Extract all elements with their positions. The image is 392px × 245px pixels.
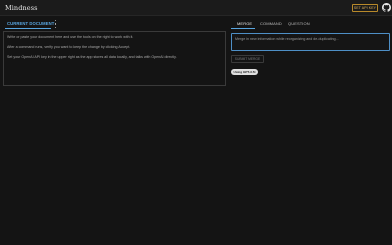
more-vertical-icon[interactable]: [54, 20, 57, 28]
app-title: Mindness: [5, 3, 38, 12]
tab-command[interactable]: COMMAND: [260, 21, 282, 26]
active-tab-indicator: [231, 28, 255, 29]
merge-placeholder: Merge in new information while reorganiz…: [235, 36, 339, 41]
document-line: Write or paste your document here and us…: [7, 35, 134, 39]
submit-merge-button[interactable]: SUBMIT MERGE: [231, 55, 264, 63]
merge-input[interactable]: Merge in new information while reorganiz…: [231, 33, 390, 51]
model-badge: Using GPT-3.5t: [231, 69, 258, 75]
tool-tabs: MERGE COMMAND QUESTION: [230, 18, 392, 31]
tab-question[interactable]: QUESTION: [288, 21, 310, 26]
github-icon[interactable]: [382, 3, 391, 12]
active-tab-indicator: [5, 28, 51, 29]
top-bar: Mindness SET API KEY: [0, 0, 392, 16]
document-line: After a command runs, verify you want to…: [7, 45, 131, 49]
set-api-key-button[interactable]: SET API KEY: [352, 4, 378, 12]
document-header: CURRENT DOCUMENT: [3, 18, 226, 31]
tab-current-document[interactable]: CURRENT DOCUMENT: [7, 21, 54, 26]
tab-merge[interactable]: MERGE: [237, 21, 252, 26]
document-editor[interactable]: Write or paste your document here and us…: [3, 31, 226, 86]
document-line: Set your OpenAI API key in the upper rig…: [7, 55, 177, 59]
